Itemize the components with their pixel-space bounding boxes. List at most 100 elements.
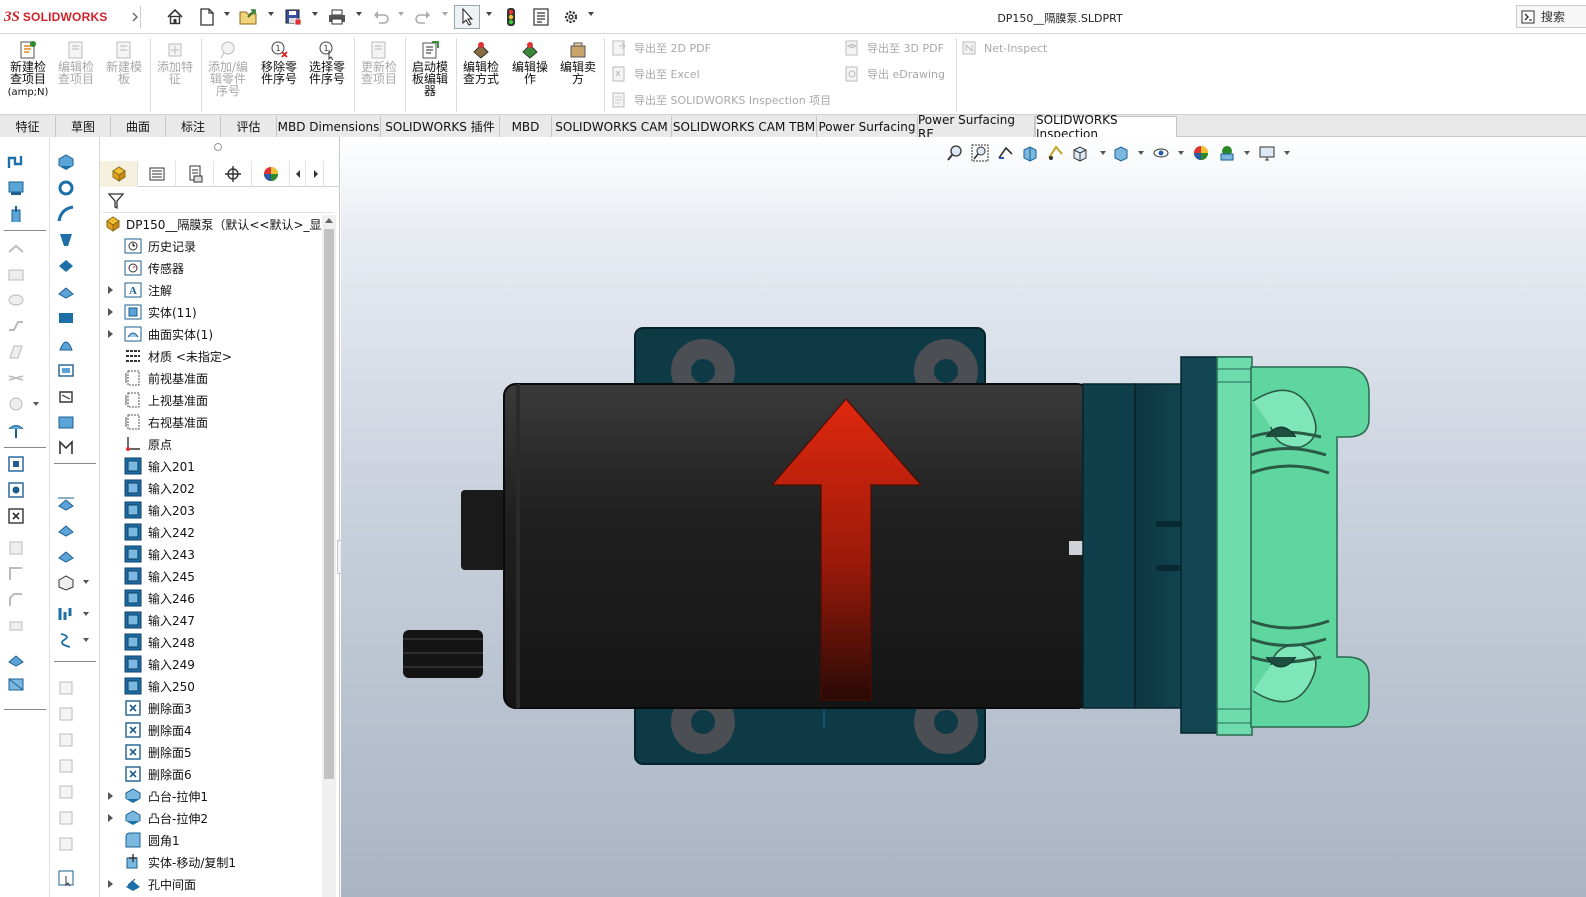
tree-item-delete-face[interactable]: 删除面6 — [100, 763, 322, 785]
tab-solidworks-addins[interactable]: SOLIDWORKS 插件 — [381, 116, 500, 137]
linear-pattern-icon[interactable] — [55, 493, 77, 515]
instant3d-icon[interactable] — [55, 677, 77, 699]
dome-icon[interactable] — [55, 333, 77, 355]
tree-item-import[interactable]: 输入248 — [100, 631, 322, 653]
tree-item-import[interactable]: 输入243 — [100, 543, 322, 565]
revolved-boss-icon[interactable] — [55, 177, 77, 199]
tab-sketch[interactable]: 草图 — [56, 116, 111, 137]
edit-operation-button[interactable]: 编辑操 作 — [508, 40, 552, 85]
select-balloon-button[interactable]: 1 选择零 件序号 — [305, 40, 349, 85]
search-commands-box[interactable]: 搜索 — [1516, 5, 1586, 28]
motor-cable-gland[interactable] — [403, 490, 511, 678]
tab-power-surfacing[interactable]: Power Surfacing — [817, 116, 918, 137]
unfold-icon[interactable] — [5, 289, 27, 311]
display-manager-tab-icon[interactable] — [252, 161, 290, 187]
jog-icon[interactable] — [5, 315, 27, 337]
flatten-icon[interactable] — [5, 647, 27, 669]
save-icon[interactable] — [282, 7, 304, 27]
shell-icon[interactable] — [55, 359, 77, 381]
tab-mbd[interactable]: MBD — [500, 116, 552, 137]
tree-item-import[interactable]: 输入250 — [100, 675, 322, 697]
curves-icon[interactable] — [55, 603, 89, 625]
tree-item-surface-bodies[interactable]: 曲面实体(1) — [100, 323, 322, 345]
undo-icon[interactable] — [370, 7, 392, 27]
pump-head[interactable] — [1180, 356, 1370, 736]
tab-power-surfacing-re[interactable]: Power Surfacing RE — [918, 113, 1035, 141]
export-edrawing-button[interactable]: 导出 eDrawing — [843, 64, 945, 84]
tab-evaluate[interactable]: 评估 — [221, 116, 277, 137]
edit-vendor-button[interactable]: 编辑卖 方 — [556, 40, 600, 85]
tree-root-part[interactable]: DP150__隔膜泵（默认<<默认>_显示 — [100, 213, 322, 235]
new-inspection-button[interactable]: 新建检 查项目 (amp;N) — [6, 40, 50, 98]
tree-item-import[interactable]: 输入247 — [100, 609, 322, 631]
expand-arrow-icon[interactable] — [108, 330, 113, 338]
options-gear-icon[interactable] — [560, 7, 582, 27]
print-icon[interactable] — [326, 7, 348, 27]
expand-arrow-icon[interactable] — [108, 308, 113, 316]
tree-item-annotations[interactable]: A 注解 — [100, 279, 322, 301]
undo-dropdown-caret[interactable] — [398, 12, 404, 16]
feature-tree-tab-icon[interactable] — [100, 161, 138, 187]
edit-inspection-button[interactable]: 编辑检 查项目 — [54, 40, 98, 85]
no-bends-icon[interactable] — [5, 673, 27, 695]
redo-icon[interactable] — [412, 7, 434, 27]
lofted-bend-icon[interactable] — [5, 341, 27, 363]
ruled-surface-icon[interactable] — [55, 833, 77, 855]
options-dropdown-caret[interactable] — [588, 12, 594, 16]
helix-icon[interactable] — [55, 629, 89, 651]
home-icon[interactable] — [164, 7, 186, 27]
tree-item-material[interactable]: 材质 <未指定> — [100, 345, 322, 367]
tree-item-import[interactable]: 输入202 — [100, 477, 322, 499]
launch-template-editor-button[interactable]: 启动模 板编辑 器 — [408, 40, 452, 97]
extruded-cut-icon[interactable] — [5, 453, 27, 475]
update-inspection-button[interactable]: 更新检 查项目 — [357, 40, 401, 85]
planar-surface-icon[interactable] — [55, 307, 77, 329]
solidworks-logo[interactable]: 3S SOLIDWORKS — [4, 8, 108, 26]
split-line-icon[interactable] — [55, 807, 77, 829]
tree-item-solid-bodies[interactable]: 实体(11) — [100, 301, 322, 323]
motor-body[interactable] — [503, 383, 1090, 709]
tree-item-boss-extrude[interactable]: 凸台-拉伸1 — [100, 785, 322, 807]
tree-item-origin[interactable]: 原点 — [100, 433, 322, 455]
weld-corner-icon[interactable] — [5, 563, 27, 585]
export-sw-inspection-button[interactable]: 导出至 SOLIDWORKS Inspection 项目 — [610, 90, 831, 110]
sweep-cut-icon[interactable] — [55, 385, 77, 407]
tree-item-delete-face[interactable]: 删除面5 — [100, 741, 322, 763]
tree-item-import[interactable]: 输入201 — [100, 455, 322, 477]
tab-features[interactable]: 特征 — [0, 116, 56, 137]
tree-item-import[interactable]: 输入249 — [100, 653, 322, 675]
tree-item-import[interactable]: 输入242 — [100, 521, 322, 543]
tree-item-front-plane[interactable]: 前视基准面 — [100, 367, 322, 389]
new-template-button[interactable]: 新建模 板 — [102, 40, 146, 85]
tab-scroll-left-icon[interactable] — [290, 161, 306, 187]
cross-break-icon[interactable] — [5, 367, 27, 389]
thicken-icon[interactable] — [55, 281, 77, 303]
forming-tool-icon[interactable] — [5, 393, 39, 415]
rebuild-traffic-light-icon[interactable] — [500, 7, 522, 27]
redo-dropdown-caret[interactable] — [442, 12, 448, 16]
tree-item-right-plane[interactable]: 右视基准面 — [100, 411, 322, 433]
swept-boss-icon[interactable] — [55, 203, 77, 225]
tab-solidworks-inspection[interactable]: SOLIDWORKS Inspection — [1035, 113, 1177, 141]
select-dropdown-caret[interactable] — [486, 12, 492, 16]
expand-arrow-icon[interactable] — [108, 286, 113, 294]
lofted-boss-icon[interactable] — [55, 229, 77, 251]
tree-item-fillet[interactable]: 圆角1 — [100, 829, 322, 851]
tree-scrollbar[interactable] — [322, 215, 336, 897]
tree-item-delete-face[interactable]: 删除面4 — [100, 719, 322, 741]
wrap-icon[interactable] — [55, 411, 77, 433]
boundary-boss-icon[interactable] — [55, 255, 77, 277]
export-2d-pdf-button[interactable]: 导出至 2D PDF — [610, 38, 711, 58]
tree-item-mid-surface[interactable]: 孔中间面 — [100, 873, 322, 895]
scrollbar-thumb[interactable] — [324, 229, 334, 779]
reference-geometry-icon[interactable] — [55, 571, 89, 593]
graphics-area[interactable] — [341, 137, 1586, 897]
select-filter-icon[interactable] — [55, 867, 77, 889]
open-dropdown-caret[interactable] — [268, 12, 274, 16]
expand-arrow-icon[interactable] — [108, 814, 113, 822]
base-flange-icon[interactable] — [5, 177, 27, 199]
tree-item-boss-extrude[interactable]: 凸台-拉伸2 — [100, 807, 322, 829]
tree-item-sensors[interactable]: 传感器 — [100, 257, 322, 279]
tab-surfaces[interactable]: 曲面 — [111, 116, 166, 137]
delete-face-icon[interactable] — [55, 729, 77, 751]
